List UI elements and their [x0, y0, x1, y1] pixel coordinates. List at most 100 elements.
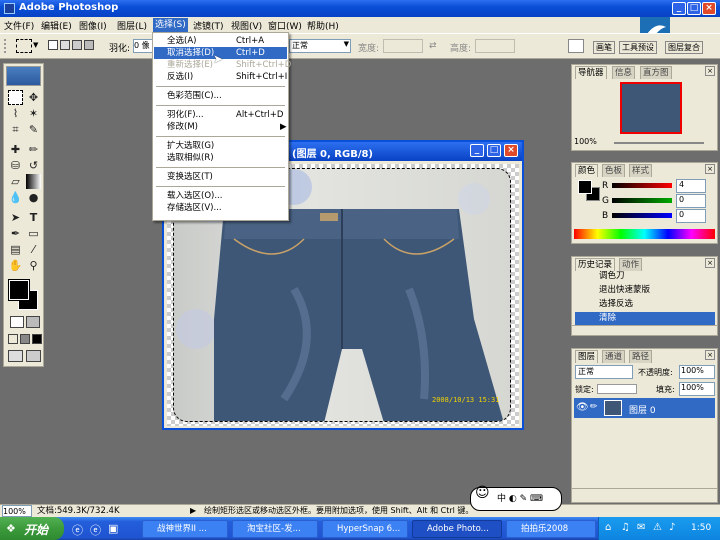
menu-edit[interactable]: 编辑(E) — [41, 19, 72, 32]
palette-tab-tool-presets[interactable]: 工具预设 — [619, 41, 657, 54]
blur-tool-icon[interactable]: 💧 — [8, 190, 23, 205]
pen-tool-icon[interactable]: ✒ — [8, 226, 23, 241]
minimize-button[interactable]: _ — [672, 2, 686, 15]
panel-close-icon[interactable]: × — [705, 258, 715, 268]
magic-wand-tool-icon[interactable]: ✶ — [26, 106, 41, 121]
brush-tool-icon[interactable]: ✏ — [26, 142, 41, 157]
notes-tool-icon[interactable]: ▤ — [8, 242, 23, 257]
panel-close-icon[interactable]: × — [705, 350, 715, 360]
eraser-tool-icon[interactable]: ▱ — [8, 174, 23, 189]
tab-swatches[interactable]: 色板 — [602, 164, 626, 177]
feather-input[interactable]: 0 像 — [133, 39, 153, 53]
tab-histogram[interactable]: 直方图 — [640, 66, 672, 79]
color-fg-swatch[interactable] — [578, 180, 592, 194]
start-button[interactable]: ❖ 开始 — [0, 517, 64, 540]
history-item[interactable]: 退出快速蒙版 — [575, 284, 715, 297]
menu-file[interactable]: 文件(F) — [4, 19, 34, 32]
history-brush-tool-icon[interactable]: ↺ — [26, 158, 41, 173]
tab-channels[interactable]: 通道 — [602, 350, 626, 363]
quick-mask-icon[interactable] — [26, 316, 40, 328]
feather-logo-icon[interactable] — [6, 66, 41, 86]
quicklaunch-ie2-icon[interactable]: ⓔ — [90, 522, 101, 538]
marquee-preset-icon[interactable] — [16, 39, 32, 53]
tab-color[interactable]: 颜色 — [575, 164, 599, 177]
panel-close-icon[interactable]: × — [705, 66, 715, 76]
eye-icon[interactable]: 👁 — [576, 402, 589, 413]
foreground-color-swatch[interactable] — [8, 279, 30, 301]
healing-brush-tool-icon[interactable]: ✚ — [8, 142, 23, 157]
history-item-active[interactable]: 清除 — [575, 312, 715, 325]
select-menu-item[interactable]: 选取相似(R) — [154, 152, 287, 164]
tray-icon[interactable]: ♫ — [621, 522, 630, 533]
tray-icon[interactable]: ⌂ — [605, 522, 611, 533]
opacity-input[interactable]: 100% — [679, 365, 715, 379]
taskbar-item-hypersnap[interactable]: HyperSnap 6... — [322, 520, 408, 538]
hand-tool-icon[interactable]: ✋ — [8, 258, 23, 273]
navigator-thumbnail[interactable] — [620, 82, 682, 134]
height-input[interactable] — [475, 39, 515, 53]
swap-icon[interactable]: ⇄ — [429, 41, 437, 51]
new-selection-icon[interactable] — [48, 40, 58, 50]
file-browser-icon[interactable] — [568, 39, 584, 53]
doc-maximize-button[interactable]: □ — [487, 144, 501, 157]
select-menu-item[interactable]: 全选(A) Ctrl+A — [154, 35, 287, 47]
chevron-down-icon[interactable]: ▼ — [33, 41, 38, 49]
restore-button[interactable]: □ — [687, 2, 701, 15]
menu-image[interactable]: 图像(I) — [79, 19, 107, 32]
select-menu-item[interactable]: 变换选区(T) — [154, 171, 287, 183]
history-item[interactable]: 调色刀 — [575, 270, 715, 283]
screen-mode-standard-icon[interactable] — [8, 334, 18, 344]
tab-info[interactable]: 信息 — [612, 66, 636, 79]
b-slider[interactable] — [612, 213, 672, 218]
menu-view[interactable]: 视图(V) — [231, 19, 262, 32]
gradient-tool-icon[interactable] — [26, 174, 41, 189]
standard-mode-icon[interactable] — [10, 316, 24, 328]
screen-mode-full-icon[interactable] — [32, 334, 42, 344]
jump-to-imageready-icon[interactable] — [8, 350, 23, 362]
tab-paths[interactable]: 路径 — [629, 350, 653, 363]
dodge-tool-icon[interactable]: ● — [26, 190, 41, 205]
select-menu-item[interactable]: 色彩范围(C)... — [154, 90, 287, 102]
stamp-tool-icon[interactable]: ⛁ — [8, 158, 23, 173]
color-spectrum-bar[interactable] — [574, 229, 715, 239]
taskbar-item-taobao[interactable]: 淘宝社区-发... — [232, 520, 318, 538]
crop-tool-icon[interactable]: ⌗ — [8, 122, 23, 137]
status-arrow-icon[interactable]: ▶ — [190, 505, 196, 517]
history-item[interactable]: 选择反选 — [575, 298, 715, 311]
doc-minimize-button[interactable]: _ — [470, 144, 484, 157]
path-select-tool-icon[interactable]: ➤ — [8, 210, 23, 225]
shape-tool-icon[interactable]: ▭ — [26, 226, 41, 241]
width-input[interactable] — [383, 39, 423, 53]
b-input[interactable]: 0 — [676, 209, 706, 223]
menu-help[interactable]: 帮助(H) — [307, 19, 339, 32]
select-menu-item[interactable]: 羽化(F)... Alt+Ctrl+D — [154, 109, 287, 121]
layer-name[interactable]: 图层 0 — [629, 403, 656, 416]
add-selection-icon[interactable] — [60, 40, 70, 50]
panel-close-icon[interactable]: × — [705, 164, 715, 174]
palette-tab-brushes[interactable]: 画笔 — [593, 41, 615, 54]
doc-close-button[interactable]: × — [504, 144, 518, 157]
navigator-zoom-value[interactable]: 100% — [574, 137, 597, 146]
quicklaunch-desktop-icon[interactable]: ▣ — [108, 522, 118, 535]
navigator-zoom-slider[interactable] — [614, 142, 704, 144]
taskbar-item-game[interactable]: 战神世界II ... — [142, 520, 228, 538]
zoom-tool-icon[interactable]: ⚲ — [26, 258, 41, 273]
layers-footer-icons[interactable] — [572, 488, 717, 502]
palette-tab-layer-comps[interactable]: 图层复合 — [665, 41, 703, 54]
screen-mode-full-menu-icon[interactable] — [20, 334, 30, 344]
ime-mode[interactable]: 中 — [497, 494, 506, 504]
select-menu-item[interactable]: 载入选区(O)... — [154, 190, 287, 202]
g-input[interactable]: 0 — [676, 194, 706, 208]
eyedropper-tool-icon[interactable]: ⁄ — [26, 242, 41, 257]
menu-layer[interactable]: 图层(L) — [117, 19, 147, 32]
menu-select[interactable]: 选择(S) — [153, 18, 188, 32]
r-input[interactable]: 4 — [676, 179, 706, 193]
select-menu-item[interactable]: 修改(M) ▶ — [154, 121, 287, 133]
intersect-selection-icon[interactable] — [84, 40, 94, 50]
rect-marquee-tool-icon[interactable] — [8, 90, 23, 105]
ime-toolbar[interactable]: ☺ 中 ◐ ✎ ⌨ — [470, 485, 562, 511]
edit-in-imageready-icon[interactable] — [26, 350, 41, 362]
g-slider[interactable] — [612, 198, 672, 203]
select-menu-item[interactable]: 反选(I) Shift+Ctrl+I — [154, 71, 287, 83]
close-button[interactable]: × — [702, 2, 716, 15]
